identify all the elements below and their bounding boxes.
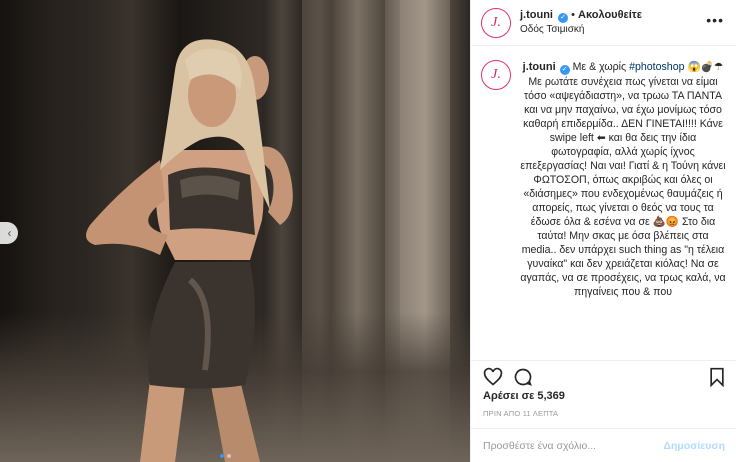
post-timestamp[interactable]: ΠΡΙΝ ΑΠΟ 11 ΛΕΠΤΑ [483, 409, 558, 418]
caption-body: j.touni ✓ Με & χωρίς #photoshop 😱💣☂ Με ρω… [520, 60, 726, 358]
caption-text: Με ρωτάτε συνέχεια πως γίνεται να είμαι … [520, 76, 726, 298]
comment-form: Δημοσίευση [471, 428, 736, 462]
hashtag-link[interactable]: #photoshop [629, 61, 684, 73]
carousel-dot [227, 454, 231, 458]
following-button[interactable]: Ακολουθείτε [578, 9, 642, 21]
action-bar [471, 360, 736, 392]
location-link[interactable]: Οδός Τσιμισκή [520, 23, 642, 37]
caption-intro: Με & χωρίς [572, 61, 627, 73]
more-icon[interactable]: ••• [706, 12, 724, 28]
post-photo[interactable]: ‹ [0, 0, 470, 462]
comment-input[interactable] [483, 439, 653, 452]
likes-count[interactable]: Αρέσει σε 5,369 [483, 390, 565, 402]
post-sidebar: J. j.touni ✓ • Ακολουθείτε Οδός Τσιμισκή… [470, 0, 736, 462]
verified-icon: ✓ [558, 13, 569, 23]
avatar-letter: J. [491, 14, 501, 30]
post-comment-button[interactable]: Δημοσίευση [663, 440, 725, 452]
caption-username[interactable]: j.touni [523, 61, 556, 73]
caption-avatar-letter: J. [491, 67, 501, 82]
chevron-left-icon: ‹ [7, 226, 12, 240]
caption: J. j.touni ✓ Με & χωρίς #photoshop 😱💣☂ Με… [481, 60, 731, 358]
woman-figure [86, 39, 293, 462]
post-header: J. j.touni ✓ • Ακολουθείτε Οδός Τσιμισκή… [471, 0, 736, 46]
header-username[interactable]: j.touni [520, 9, 553, 21]
avatar[interactable]: J. [481, 7, 511, 38]
carousel-dot-active [220, 454, 224, 458]
bookmark-icon[interactable] [705, 365, 729, 389]
separator-dot: • [571, 9, 579, 21]
heart-icon[interactable] [481, 365, 505, 389]
comment-icon[interactable] [511, 365, 535, 389]
verified-icon: ✓ [559, 65, 570, 75]
caption-emoji: 😱💣☂ [687, 61, 724, 73]
carousel-indicators [220, 454, 231, 458]
caption-avatar[interactable]: J. [481, 60, 511, 90]
